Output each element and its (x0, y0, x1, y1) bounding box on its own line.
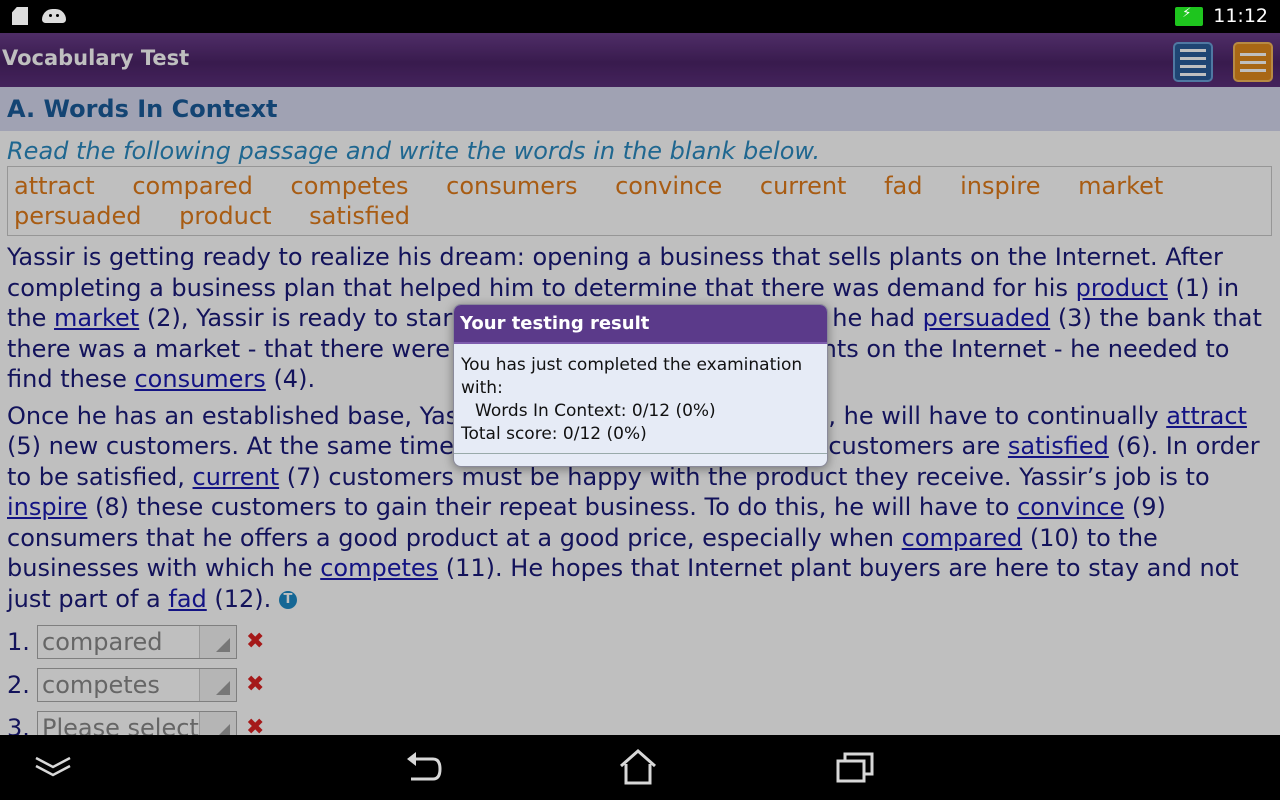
dialog-body: You has just completed the examination w… (454, 344, 827, 446)
home-icon[interactable] (618, 748, 658, 785)
dialog-message: You has just completed the examination w… (461, 355, 803, 398)
dialog-section-score: Words In Context: 0/12 (0%) (475, 401, 716, 421)
clock: 11:12 (1213, 5, 1268, 27)
dialog-divider (454, 453, 827, 454)
android-debug-icon (42, 9, 66, 23)
dialog-total-score: Total score: 0/12 (0%) (461, 424, 647, 444)
status-bar: 11:12 (0, 0, 1280, 33)
result-dialog: Your testing result You has just complet… (453, 304, 828, 467)
dialog-title: Your testing result (454, 305, 827, 344)
keyboard-hide-icon[interactable] (33, 749, 73, 785)
recents-icon[interactable] (835, 749, 875, 785)
sd-card-icon (12, 7, 28, 25)
back-icon[interactable] (403, 749, 443, 785)
navigation-bar (0, 735, 1280, 800)
battery-charging-icon (1175, 6, 1204, 26)
